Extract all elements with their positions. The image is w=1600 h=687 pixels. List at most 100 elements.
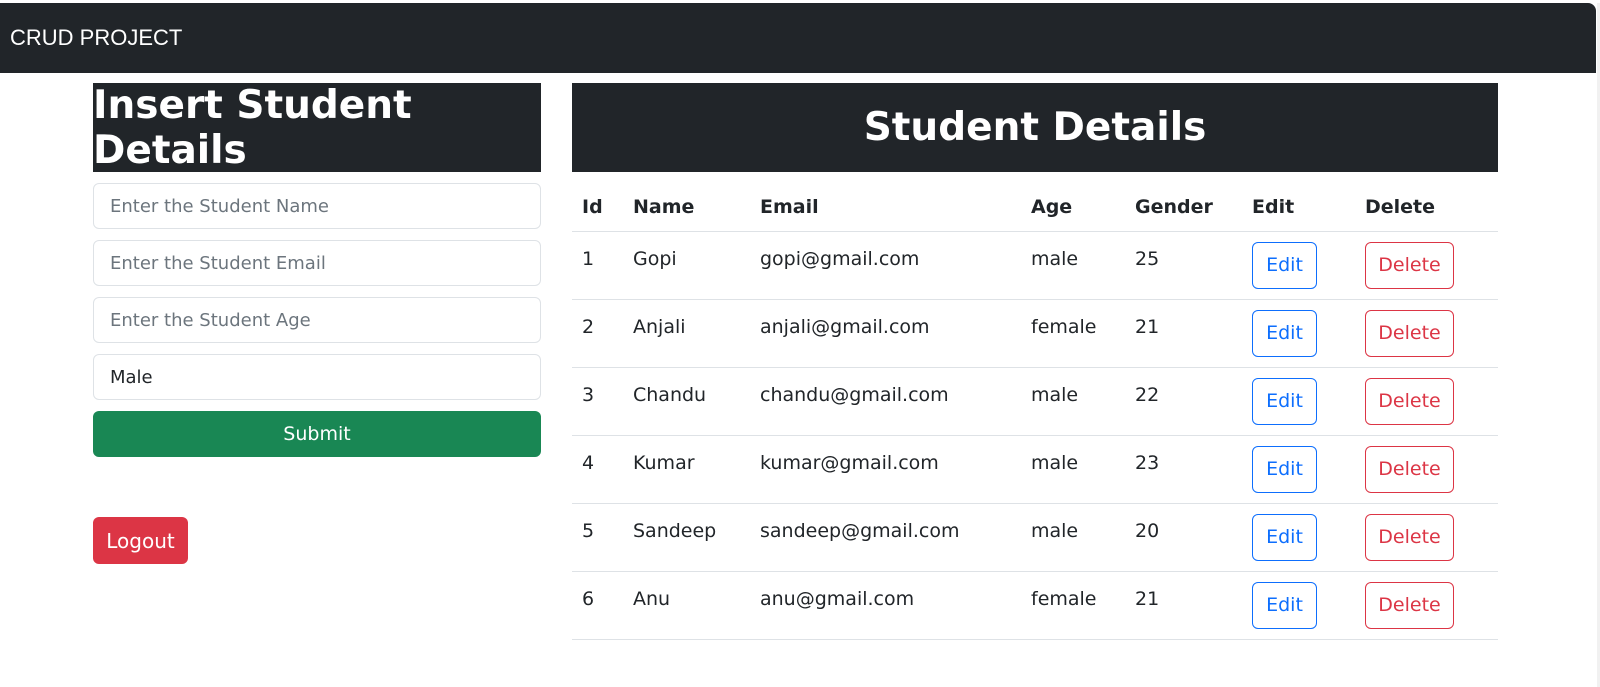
cell-name-text: Anu [633, 587, 671, 610]
delete-button[interactable]: Delete [1365, 241, 1454, 289]
cell-age-text: female [1031, 315, 1097, 338]
table-title: Student Details [572, 83, 1498, 172]
cell-email-text: kumar@gmail.com [760, 451, 939, 474]
cell-gender-text: 21 [1135, 587, 1160, 610]
cell-edit: Edit [1242, 367, 1355, 436]
cell-gender: 23 [1125, 435, 1242, 504]
table-row: 3 Chandu chandu@gmail.com male 22 Edit D… [572, 367, 1498, 436]
student-table: Id Name Email Age Gender Edit Delete 1 G… [572, 183, 1498, 640]
cell-edit: Edit [1242, 571, 1355, 640]
cell-name: Anjali [623, 299, 750, 368]
cell-email-text: anu@gmail.com [760, 587, 915, 610]
cell-id-text: 5 [582, 519, 595, 542]
cell-edit: Edit [1242, 299, 1355, 368]
cell-age: female [1021, 571, 1125, 640]
cell-age: female [1021, 299, 1125, 368]
cell-email-text: gopi@gmail.com [760, 247, 920, 270]
student-email-input[interactable] [93, 240, 541, 286]
edit-button[interactable]: Edit [1252, 377, 1317, 425]
cell-id: 2 [572, 299, 623, 368]
cell-id: 4 [572, 435, 623, 504]
edit-button[interactable]: Edit [1252, 445, 1317, 493]
cell-age: male [1021, 367, 1125, 436]
column-header-name: Name [623, 183, 750, 232]
edit-button[interactable]: Edit [1252, 309, 1317, 357]
cell-id-text: 3 [582, 383, 595, 406]
cell-edit: Edit [1242, 435, 1355, 504]
cell-age-text: male [1031, 383, 1079, 406]
cell-delete: Delete [1355, 299, 1498, 368]
cell-id: 1 [572, 231, 623, 300]
cell-age-text: male [1031, 451, 1079, 474]
cell-delete: Delete [1355, 367, 1498, 436]
cell-gender: 21 [1125, 299, 1242, 368]
insert-student-form: Insert Student Details Male Submit [93, 83, 541, 457]
delete-button[interactable]: Delete [1365, 309, 1454, 357]
cell-gender: 21 [1125, 571, 1242, 640]
cell-id: 5 [572, 503, 623, 572]
cell-name: Kumar [623, 435, 750, 504]
cell-email-text: anjali@gmail.com [760, 315, 930, 338]
table-row: 6 Anu anu@gmail.com female 21 Edit Delet… [572, 571, 1498, 640]
delete-button[interactable]: Delete [1365, 445, 1454, 493]
cell-edit: Edit [1242, 503, 1355, 572]
table-row: 1 Gopi gopi@gmail.com male 25 Edit Delet… [572, 231, 1498, 300]
column-header-id: Id [572, 183, 623, 232]
edit-button[interactable]: Edit [1252, 581, 1317, 629]
student-name-input[interactable] [93, 183, 541, 229]
edit-button[interactable]: Edit [1252, 513, 1317, 561]
cell-name-text: Kumar [633, 451, 695, 474]
cell-gender-text: 23 [1135, 451, 1160, 474]
gender-select[interactable]: Male [93, 354, 541, 400]
cell-email: kumar@gmail.com [750, 435, 1021, 504]
cell-age: male [1021, 231, 1125, 300]
edit-button[interactable]: Edit [1252, 241, 1317, 289]
cell-edit: Edit [1242, 231, 1355, 300]
cell-age: male [1021, 435, 1125, 504]
cell-age-text: male [1031, 247, 1079, 270]
cell-id-text: 4 [582, 451, 595, 474]
cell-email: anjali@gmail.com [750, 299, 1021, 368]
table-header-row: Id Name Email Age Gender Edit Delete [572, 183, 1498, 232]
table-row: 5 Sandeep sandeep@gmail.com male 20 Edit… [572, 503, 1498, 572]
cell-email-text: sandeep@gmail.com [760, 519, 960, 542]
cell-gender: 22 [1125, 367, 1242, 436]
navbar-brand[interactable]: CRUD PROJECT [10, 25, 182, 51]
cell-email: chandu@gmail.com [750, 367, 1021, 436]
cell-age-text: male [1031, 519, 1079, 542]
cell-gender-text: 20 [1135, 519, 1160, 542]
cell-age: male [1021, 503, 1125, 572]
cell-id-text: 2 [582, 315, 595, 338]
submit-button[interactable]: Submit [93, 411, 541, 457]
cell-gender-text: 22 [1135, 383, 1160, 406]
form-title: Insert Student Details [93, 83, 541, 173]
cell-delete: Delete [1355, 435, 1498, 504]
cell-gender-text: 21 [1135, 315, 1160, 338]
cell-email: gopi@gmail.com [750, 231, 1021, 300]
cell-name-text: Gopi [633, 247, 677, 270]
column-header-edit: Edit [1242, 183, 1355, 232]
cell-gender: 25 [1125, 231, 1242, 300]
cell-name: Chandu [623, 367, 750, 436]
cell-name: Anu [623, 571, 750, 640]
delete-button[interactable]: Delete [1365, 581, 1454, 629]
cell-name-text: Chandu [633, 383, 707, 406]
cell-id: 3 [572, 367, 623, 436]
logout-button[interactable]: Logout [93, 517, 188, 564]
cell-id-text: 1 [582, 247, 595, 270]
cell-email-text: chandu@gmail.com [760, 383, 949, 406]
cell-gender-text: 25 [1135, 247, 1160, 270]
cell-delete: Delete [1355, 231, 1498, 300]
cell-email: sandeep@gmail.com [750, 503, 1021, 572]
student-details-panel: Student Details Id Name Email Age Gender… [572, 83, 1498, 640]
delete-button[interactable]: Delete [1365, 513, 1454, 561]
top-navbar: CRUD PROJECT [0, 3, 1596, 73]
cell-name-text: Anjali [633, 315, 686, 338]
student-age-input[interactable] [93, 297, 541, 343]
cell-delete: Delete [1355, 571, 1498, 640]
cell-age-text: female [1031, 587, 1097, 610]
cell-delete: Delete [1355, 503, 1498, 572]
gender-select-value: Male [110, 366, 153, 388]
delete-button[interactable]: Delete [1365, 377, 1454, 425]
column-header-age: Age [1021, 183, 1125, 232]
